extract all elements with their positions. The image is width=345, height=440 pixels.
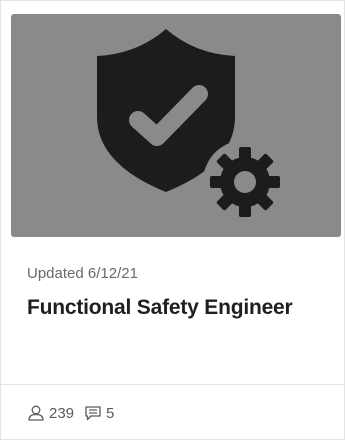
comments-stat: 5	[84, 405, 114, 422]
user-icon	[28, 405, 44, 421]
updated-date: Updated 6/12/21	[27, 265, 138, 282]
card-thumbnail[interactable]	[11, 14, 341, 237]
divider	[1, 384, 345, 385]
group-card[interactable]: Updated 6/12/21 Functional Safety Engine…	[0, 0, 345, 440]
comments-count: 5	[106, 404, 115, 422]
members-count: 239	[49, 404, 75, 422]
card-title[interactable]: Functional Safety Engineer	[27, 296, 293, 320]
comment-icon	[85, 406, 101, 421]
shield-check-gear-icon	[97, 29, 287, 224]
members-stat: 239	[27, 405, 74, 422]
card-stats: 239 5	[27, 403, 114, 423]
